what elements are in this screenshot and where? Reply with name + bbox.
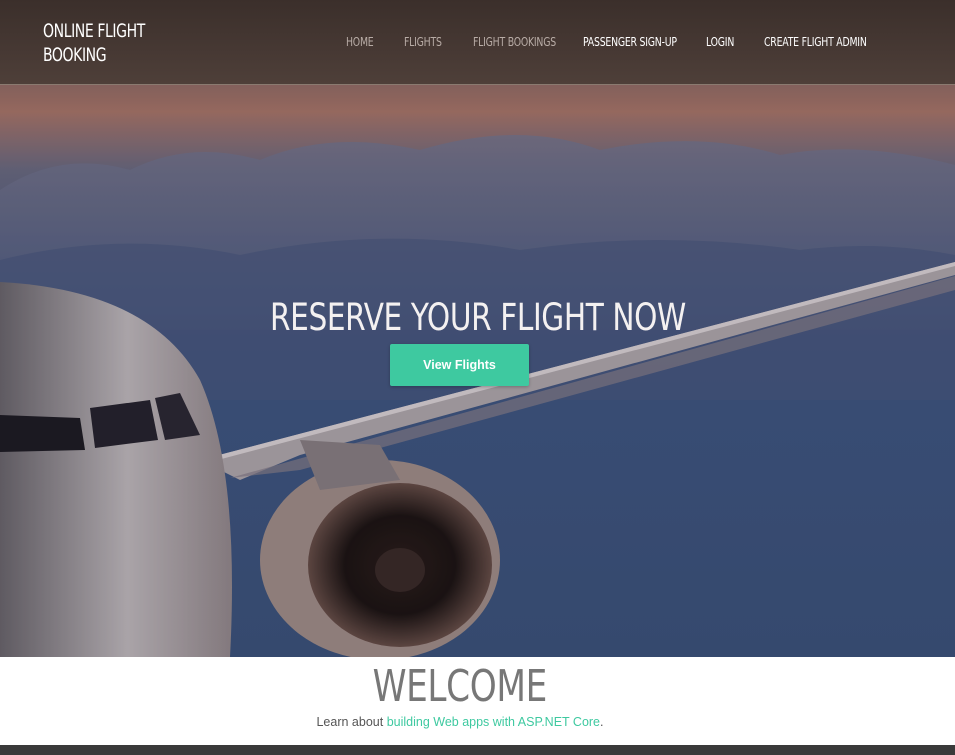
hero-section: RESERVE YOUR FLIGHT NOW View Flights <box>0 0 955 657</box>
nav-home[interactable]: HOME <box>346 35 374 49</box>
nav-login[interactable]: LOGIN <box>706 35 734 49</box>
welcome-text: Learn about building Web apps with ASP.N… <box>316 715 604 729</box>
nav-passenger-sign-up[interactable]: PASSENGER SIGN-UP <box>583 35 677 49</box>
navbar: ONLINE FLIGHT BOOKING HOME FLIGHTS FLIGH… <box>0 0 955 85</box>
nav-create-flight-admin[interactable]: CREATE FLIGHT ADMIN <box>764 35 867 49</box>
hero-title: RESERVE YOUR FLIGHT NOW <box>269 296 686 339</box>
footer-bar <box>0 745 955 755</box>
view-flights-button[interactable]: View Flights <box>390 344 529 386</box>
nav-flight-bookings[interactable]: FLIGHT BOOKINGS <box>473 35 556 49</box>
nav-flights[interactable]: FLIGHTS <box>404 35 442 49</box>
brand-logo-text[interactable]: ONLINE FLIGHT BOOKING <box>43 19 158 67</box>
welcome-section: WELCOME Learn about building Web apps wi… <box>0 657 955 745</box>
aspnet-core-link[interactable]: building Web apps with ASP.NET Core <box>387 715 600 729</box>
welcome-heading: WELCOME <box>372 661 548 712</box>
